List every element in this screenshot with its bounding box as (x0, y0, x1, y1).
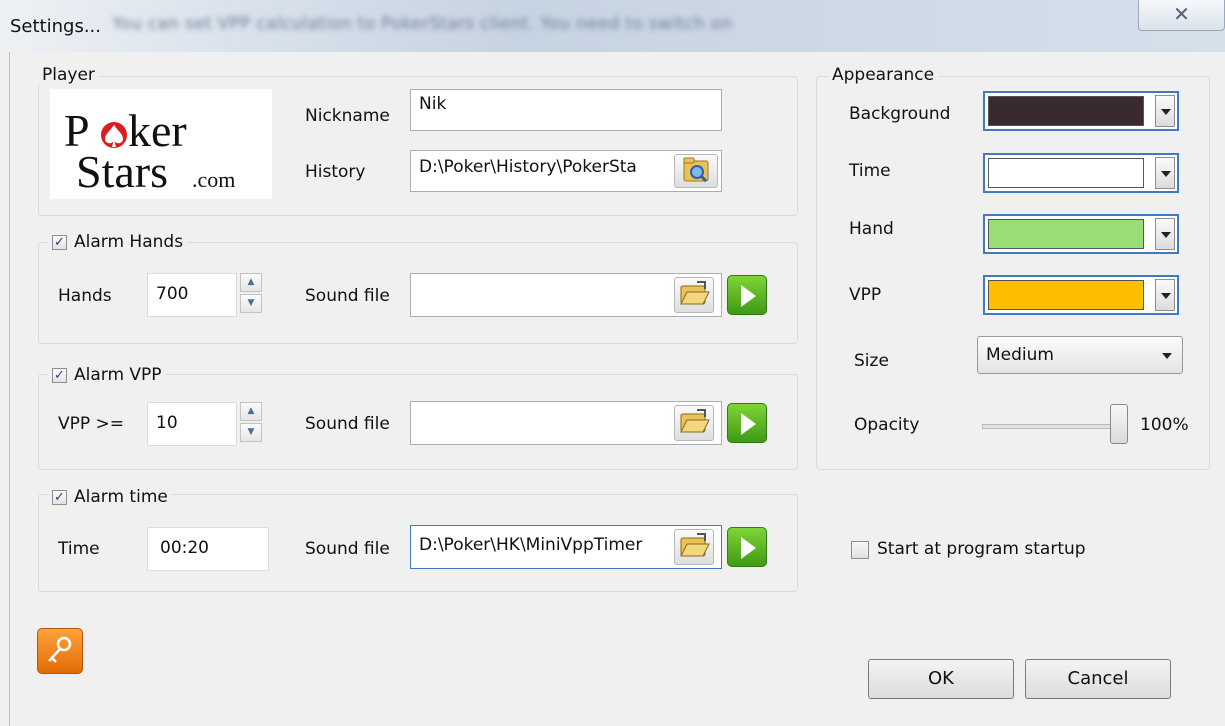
opacity-slider[interactable] (980, 404, 1128, 444)
alarm-vpp-legend: ✓ Alarm VPP (48, 365, 166, 385)
ok-button[interactable]: OK (868, 659, 1014, 699)
alarm-vpp-checkbox[interactable]: ✓ (52, 368, 67, 383)
svg-text:.com: .com (192, 167, 235, 192)
hand-color-combo[interactable] (983, 214, 1179, 254)
alarm-hands-checkbox[interactable]: ✓ (52, 235, 67, 250)
size-label: Size (854, 351, 889, 371)
vpp-play-button[interactable] (727, 403, 767, 443)
time-play-button[interactable] (727, 527, 767, 567)
time-color-combo[interactable] (983, 153, 1179, 193)
pokerstars-logo-graphic: P ker Stars .com (64, 105, 235, 197)
close-icon: ✕ (1173, 2, 1190, 26)
vpp-sound-label: Sound file (305, 414, 390, 434)
play-icon (741, 537, 756, 559)
time-sound-browse-button[interactable] (674, 529, 714, 565)
folder-search-icon (683, 157, 709, 183)
appearance-legend: Appearance (828, 65, 939, 85)
background-color-label: Background (849, 104, 951, 124)
pokerstars-logo: P ker Stars .com (50, 89, 272, 199)
time-sound-label: Sound file (305, 539, 390, 559)
chevron-down-icon[interactable] (1155, 279, 1175, 311)
opacity-value: 100% (1140, 415, 1189, 435)
alarm-time-label: Alarm time (74, 487, 168, 507)
vpp-color-combo[interactable] (983, 275, 1179, 315)
vpp-input[interactable]: 10 (147, 402, 237, 446)
chevron-down-icon[interactable] (1155, 157, 1175, 189)
time-color-swatch (988, 158, 1144, 188)
cancel-button[interactable]: Cancel (1025, 659, 1171, 699)
hands-label: Hands (58, 286, 112, 306)
hand-color-label: Hand (849, 219, 894, 239)
alarm-time-legend: ✓ Alarm time (48, 487, 172, 507)
svg-text:Stars: Stars (76, 146, 168, 197)
chevron-down-icon[interactable] (1155, 95, 1175, 127)
player-legend: Player (38, 65, 99, 85)
folder-open-icon (680, 281, 710, 305)
spin-down-icon[interactable]: ▼ (240, 423, 262, 442)
vpp-label: VPP >= (58, 414, 125, 434)
vpp-spinner[interactable]: ▲ ▼ (240, 402, 262, 442)
background-window-text: You can set VPP calculation to PokerStar… (112, 14, 733, 34)
key-icon (48, 636, 72, 663)
close-button[interactable]: ✕ (1138, 0, 1225, 31)
key-button[interactable] (37, 628, 83, 674)
background-color-combo[interactable] (983, 91, 1179, 131)
hands-sound-browse-button[interactable] (674, 277, 714, 313)
background-color-swatch (988, 96, 1144, 126)
hands-input[interactable]: 700 (147, 273, 237, 317)
hand-color-swatch (988, 219, 1144, 249)
spin-down-icon[interactable]: ▼ (240, 294, 262, 313)
time-input[interactable]: 00:20 (147, 527, 269, 571)
chevron-down-icon[interactable] (1155, 218, 1175, 250)
play-icon (741, 285, 756, 307)
vpp-color-label: VPP (849, 285, 882, 305)
play-icon (741, 413, 756, 435)
window-title: Settings... (10, 16, 101, 37)
vpp-sound-browse-button[interactable] (674, 405, 714, 441)
chevron-down-icon (1162, 353, 1172, 359)
alarm-hands-legend: ✓ Alarm Hands (48, 232, 188, 252)
history-label: History (305, 162, 366, 182)
opacity-label: Opacity (854, 415, 920, 435)
hands-play-button[interactable] (727, 275, 767, 315)
hands-spinner[interactable]: ▲ ▼ (240, 273, 262, 313)
history-browse-button[interactable] (674, 154, 718, 188)
size-select[interactable]: Medium (977, 336, 1183, 374)
time-label: Time (58, 539, 100, 559)
nickname-input[interactable]: Nik (410, 89, 722, 131)
alarm-time-checkbox[interactable]: ✓ (52, 490, 67, 505)
alarm-hands-label: Alarm Hands (74, 232, 184, 252)
vpp-color-swatch (988, 280, 1144, 310)
opacity-slider-track (982, 424, 1124, 429)
folder-open-icon (680, 533, 710, 557)
spin-up-icon[interactable]: ▲ (240, 273, 262, 292)
nickname-label: Nickname (305, 106, 390, 126)
hands-sound-label: Sound file (305, 286, 390, 306)
startup-label: Start at program startup (877, 539, 1086, 559)
folder-open-icon (680, 409, 710, 433)
spin-up-icon[interactable]: ▲ (240, 402, 262, 421)
opacity-slider-thumb[interactable] (1110, 404, 1128, 444)
time-color-label: Time (849, 161, 891, 181)
alarm-vpp-label: Alarm VPP (74, 365, 162, 385)
size-select-value: Medium (986, 345, 1054, 365)
startup-checkbox[interactable] (851, 541, 869, 559)
